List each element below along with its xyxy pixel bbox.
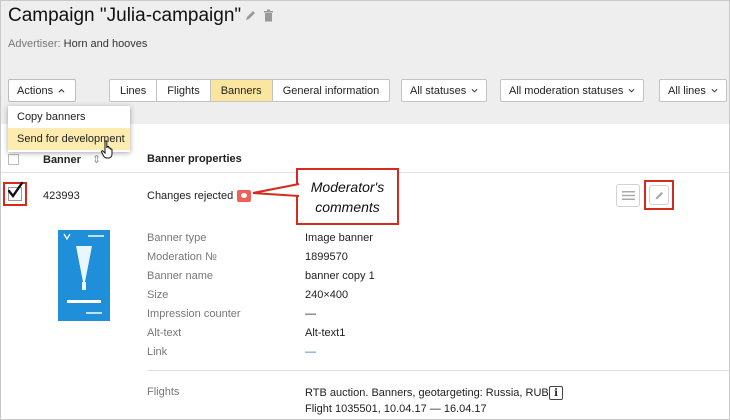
banner-thumbnail[interactable] bbox=[58, 230, 110, 321]
actions-button-label: Actions bbox=[17, 84, 54, 97]
prop-label-banner-name: Banner name bbox=[147, 270, 214, 282]
pencil-icon[interactable] bbox=[244, 9, 257, 22]
prop-value-size: 240×400 bbox=[305, 289, 349, 301]
tab-flights[interactable]: Flights bbox=[157, 80, 211, 101]
pencil-icon bbox=[655, 191, 663, 199]
prop-value-link[interactable]: — bbox=[305, 346, 316, 358]
moderator-comments-callout: Moderator's comments bbox=[296, 168, 399, 225]
prop-value-banner-name: banner copy 1 bbox=[305, 270, 375, 282]
tab-banners[interactable]: Banners bbox=[210, 80, 273, 101]
prop-label-link: Link bbox=[147, 346, 168, 358]
column-header-properties: Banner properties bbox=[147, 153, 242, 165]
flight-targeting: RTB auction. Banners, geotargeting: Russ… bbox=[305, 387, 549, 399]
callout-line-2: comments bbox=[315, 198, 380, 215]
actions-button[interactable]: Actions bbox=[8, 79, 76, 102]
comment-icon[interactable] bbox=[237, 190, 251, 202]
lines-filter-label: All lines bbox=[668, 84, 706, 97]
prop-label-alt-text: Alt-text bbox=[147, 327, 182, 339]
prop-value-impression-counter: — bbox=[305, 308, 316, 320]
title-actions bbox=[244, 9, 274, 22]
row-checkbox[interactable] bbox=[3, 181, 27, 206]
flights-divider bbox=[147, 370, 729, 371]
status-filter-label: All statuses bbox=[410, 84, 467, 97]
advertiser-line: Advertiser: Horn and hooves bbox=[8, 38, 147, 50]
moderation-status: Changes rejected bbox=[147, 190, 234, 202]
tab-general-information[interactable]: General information bbox=[273, 80, 390, 101]
hand-cursor-icon bbox=[100, 140, 113, 159]
chevron-up-icon bbox=[58, 88, 65, 93]
advertiser-name: Horn and hooves bbox=[63, 38, 148, 50]
banner-artwork bbox=[58, 230, 110, 321]
prop-label-size: Size bbox=[147, 289, 169, 301]
prop-value-banner-type: Image banner bbox=[305, 232, 373, 244]
advertiser-label: Advertiser: bbox=[8, 38, 61, 50]
trash-icon[interactable] bbox=[263, 9, 274, 22]
moderation-status-filter[interactable]: All moderation statuses bbox=[500, 79, 645, 102]
flight-dates: Flight 1035501, 10.04.17 — 16.04.17 bbox=[305, 403, 487, 415]
edit-banner-button[interactable] bbox=[649, 185, 669, 205]
callout-arrow bbox=[252, 183, 300, 197]
select-all-checkbox[interactable] bbox=[8, 154, 19, 165]
page-title: Campaign "Julia-campaign" bbox=[8, 5, 242, 26]
chevron-down-icon bbox=[471, 88, 478, 93]
edit-button-highlight bbox=[644, 180, 674, 210]
banner-id: 423993 bbox=[43, 190, 80, 202]
details-button[interactable] bbox=[616, 184, 640, 207]
chevron-down-icon bbox=[711, 88, 718, 93]
prop-value-moderation-no: 1899570 bbox=[305, 251, 348, 263]
info-icon[interactable]: i bbox=[549, 386, 563, 400]
list-icon bbox=[621, 191, 635, 200]
callout-line-1: Moderator's bbox=[310, 178, 385, 195]
prop-label-impression-counter: Impression counter bbox=[147, 308, 241, 320]
prop-label-moderation-no: Moderation № bbox=[147, 251, 217, 263]
lines-filter[interactable]: All lines bbox=[659, 79, 727, 102]
moderation-filter-label: All moderation statuses bbox=[509, 84, 624, 97]
view-tabs: Lines Flights Banners General informatio… bbox=[109, 79, 391, 102]
column-banner-label: Banner bbox=[43, 154, 81, 166]
prop-label-banner-type: Banner type bbox=[147, 232, 207, 244]
prop-value-alt-text: Alt-text1 bbox=[305, 327, 346, 339]
column-header-banner[interactable]: Banner ⇕ bbox=[43, 153, 101, 166]
menu-item-copy-banners[interactable]: Copy banners bbox=[8, 106, 130, 128]
checkmark-icon bbox=[7, 181, 24, 199]
page: Campaign "Julia-campaign" Advertiser: Ho… bbox=[0, 0, 730, 420]
prop-label-flights: Flights bbox=[147, 386, 180, 398]
status-filter[interactable]: All statuses bbox=[401, 79, 488, 102]
chevron-down-icon bbox=[628, 88, 635, 93]
tab-lines[interactable]: Lines bbox=[110, 80, 158, 101]
